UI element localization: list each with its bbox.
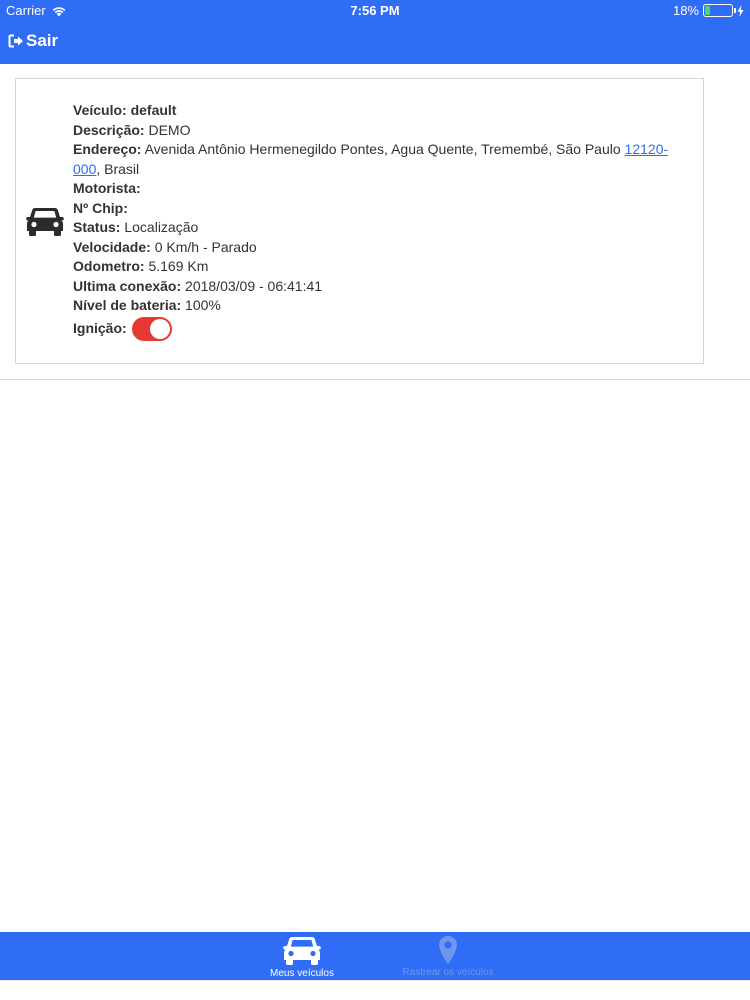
row-descricao: Descrição: DEMO	[73, 121, 693, 141]
car-icon	[26, 208, 64, 236]
row-ignicao: Ignição:	[73, 317, 693, 342]
veiculo-label: Veículo:	[73, 102, 127, 118]
conexao-value: 2018/03/09 - 06:41:41	[185, 277, 323, 294]
conexao-label: Ultima conexão:	[73, 277, 182, 294]
logout-label: Sair	[26, 31, 59, 50]
tab-rastrear-veiculos[interactable]: Rastrear os veículos	[388, 932, 508, 980]
map-pin-icon	[439, 936, 457, 964]
row-endereco: Endereço: Avenida Antônio Hermenegildo P…	[73, 140, 693, 179]
car-icon	[283, 937, 321, 965]
vehicle-card[interactable]: Veículo: default Descrição: DEMO Endereç…	[15, 78, 704, 364]
odometro-value: 5.169 Km	[148, 258, 209, 274]
chip-label: Nº Chip:	[73, 199, 128, 216]
battery-icon	[703, 4, 736, 17]
row-velocidade: Velocidade: 0 Km/h - Parado	[73, 238, 693, 258]
status-label: Status:	[73, 219, 121, 235]
endereco-suffix: , Brasil	[96, 160, 140, 177]
endereco-value: Avenida Antônio Hermenegildo Pontes, Agu…	[144, 141, 621, 157]
velocidade-value: 0 Km/h - Parado	[154, 238, 257, 255]
row-veiculo: Veículo: default	[73, 101, 693, 121]
row-conexao: Ultima conexão: 2018/03/09 - 06:41:41	[73, 277, 693, 297]
row-odometro: Odometro: 5.169 Km	[73, 257, 693, 277]
status-bar: Carrier 7:56 PM 18%	[0, 0, 750, 22]
battery-percent: 18%	[672, 3, 699, 18]
vehicle-details: Veículo: default Descrição: DEMO Endereç…	[73, 101, 693, 342]
battery-cap	[734, 8, 736, 13]
charging-bolt-icon	[737, 4, 744, 17]
battery-fill	[705, 6, 710, 15]
tab-label: Meus veículos	[270, 968, 334, 979]
tab-meus-veiculos[interactable]: Meus veículos	[252, 932, 352, 980]
row-status: Status: Localização	[73, 218, 693, 238]
endereco-label: Endereço:	[73, 141, 142, 157]
home-indicator-area	[0, 980, 750, 1000]
content-divider	[0, 379, 750, 380]
tab-bar: Meus veículos Rastrear os veículos	[0, 932, 750, 980]
tab-label: Rastrear os veículos	[402, 967, 494, 978]
row-motorista: Motorista:	[73, 179, 693, 199]
logout-button[interactable]: Sair	[8, 31, 58, 51]
descricao-value: DEMO	[148, 121, 191, 138]
row-chip: Nº Chip:	[73, 199, 693, 219]
nav-bar: Sair	[0, 22, 750, 64]
velocidade-label: Velocidade:	[73, 238, 151, 255]
bateria-value: 100%	[185, 297, 221, 313]
status-right: 18%	[673, 3, 744, 18]
toggle-knob	[149, 319, 170, 339]
status-time: 7:56 PM	[350, 3, 400, 18]
status-value: Localização	[124, 219, 199, 235]
veiculo-value: default	[130, 102, 177, 118]
motorista-label: Motorista:	[73, 180, 141, 196]
odometro-label: Odometro:	[73, 258, 145, 274]
descricao-label: Descrição:	[73, 121, 145, 138]
logout-icon	[8, 34, 23, 48]
bateria-label: Nível de bateria:	[73, 297, 182, 313]
row-bateria: Nível de bateria: 100%	[73, 296, 693, 316]
ignition-toggle[interactable]	[131, 317, 172, 341]
ignicao-label: Ignição:	[73, 320, 127, 337]
